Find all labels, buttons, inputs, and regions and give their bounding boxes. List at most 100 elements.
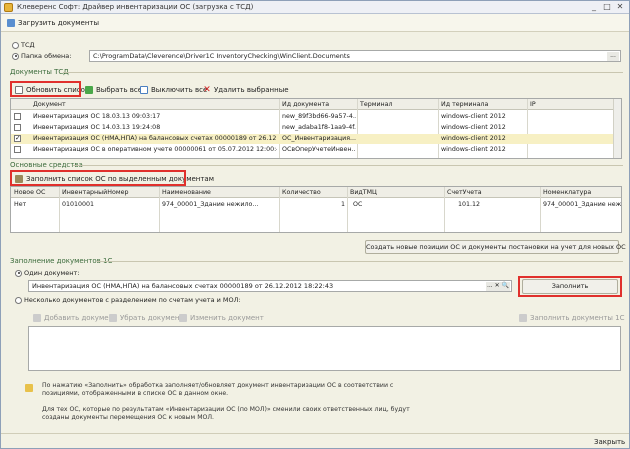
- load-icon: [7, 19, 15, 27]
- table-row[interactable]: Инвентаризация ОС 14.03.13 19:24:08 new_…: [11, 123, 621, 133]
- load-documents-button[interactable]: Загрузить документы: [7, 19, 99, 27]
- col-nomenclature: Номенклатура: [543, 189, 592, 196]
- row-term-id: windows-client 2012: [441, 124, 506, 131]
- one-doc-value: Инвентаризация ОС (НМА,НПА) на балансовы…: [32, 282, 334, 290]
- col-divider: [59, 187, 60, 232]
- remove-doc-icon: [109, 314, 117, 322]
- row-checkbox[interactable]: [14, 146, 21, 153]
- radio-icon: [12, 41, 19, 49]
- folder-path-value: C:\ProgramData\Cleverence\Driver1C Inven…: [93, 52, 350, 60]
- row-doc: Инвентаризация ОС (НМА,НПА) на балансовы…: [33, 135, 277, 142]
- os-table: Новое ОС ИнвентарныйНомер Наименование К…: [10, 186, 622, 233]
- fill-docs-button[interactable]: Заполнить документы 1С: [519, 314, 625, 322]
- col-qty: Количество: [282, 189, 321, 196]
- row-inv: 01010001: [62, 201, 95, 208]
- fill-docs-icon: [519, 314, 527, 322]
- close-button[interactable]: ✕: [615, 2, 625, 12]
- folder-path-input[interactable]: C:\ProgramData\Cleverence\Driver1C Inven…: [89, 50, 621, 62]
- edit-doc-button[interactable]: Изменить документ: [179, 314, 264, 322]
- row-checkbox[interactable]: [14, 135, 21, 142]
- note-move: Для тех ОС, которые по результатам «Инве…: [42, 406, 410, 421]
- close-window-button[interactable]: Закрыть: [594, 438, 625, 446]
- source-folder-radio[interactable]: Папка обмена:: [12, 52, 71, 60]
- edit-doc-icon: [179, 314, 187, 322]
- row-term-id: windows-client 2012: [441, 146, 506, 153]
- radio-icon: [12, 52, 19, 60]
- col-ip: IP: [530, 101, 536, 108]
- docs-table-header: Документ Ид документа Терминал Ид термин…: [11, 99, 621, 110]
- minimize-button[interactable]: _: [589, 2, 599, 12]
- maximize-button[interactable]: □: [602, 2, 612, 12]
- window-title: Клеверенс Софт: Драйвер инвентаризации О…: [17, 3, 254, 11]
- col-divider: [159, 187, 160, 232]
- select-all-label: Выбрать все: [96, 86, 143, 94]
- table-row[interactable]: Инвентаризация ОС 18.03.13 09:03:17 new_…: [11, 112, 621, 122]
- remove-doc-button[interactable]: Убрать документ: [109, 314, 183, 322]
- row-nom: 974_00001_Здание нежи...: [543, 201, 621, 208]
- one-doc-input[interactable]: Инвентаризация ОС (НМА,НПА) на балансовы…: [28, 280, 512, 292]
- highlight-refresh: [10, 81, 81, 97]
- row-term-id: windows-client 2012: [441, 113, 506, 120]
- row-name: 974_00001_Здание нежило...: [162, 201, 259, 208]
- table-row[interactable]: Нет 01010001 974_00001_Здание нежило... …: [11, 200, 621, 210]
- section-divider: [97, 261, 623, 262]
- row-checkbox[interactable]: [14, 113, 21, 120]
- footer-divider: [1, 433, 629, 434]
- col-divider: [444, 187, 445, 232]
- highlight-fill: [518, 276, 622, 297]
- fill-docs-label: Заполнить документы 1С: [530, 314, 625, 322]
- table-row[interactable]: Инвентаризация ОС в оперативном учете 00…: [11, 145, 621, 155]
- section-divider: [63, 72, 623, 73]
- col-account: СчетУчета: [447, 189, 482, 196]
- row-account: 101.12: [458, 201, 481, 208]
- info-icon: [25, 384, 33, 392]
- multi-doc-radio[interactable]: Несколько документов с разделением по сч…: [15, 296, 241, 304]
- source-tsd-radio[interactable]: ТСД: [12, 41, 35, 49]
- row-id: new_89f3bd66-9a57-4...: [282, 113, 356, 120]
- col-name: Наименование: [162, 189, 211, 196]
- col-divider: [540, 187, 541, 232]
- docs-scrollbar[interactable]: [613, 99, 621, 158]
- highlight-fill-os: [10, 170, 186, 186]
- row-term-id: windows-client 2012: [441, 135, 506, 142]
- one-doc-label: Один документ:: [24, 269, 80, 277]
- col-kind: ВидТМЦ: [350, 189, 377, 196]
- note-fill: По нажатию «Заполнить» обработка заполня…: [42, 382, 394, 397]
- tsd-label: ТСД: [21, 41, 35, 49]
- add-doc-label: Добавить документ: [44, 314, 118, 322]
- doc-select-button[interactable]: ... ✕ 🔍: [486, 282, 510, 291]
- create-new-os-button[interactable]: Создать новые позиции ОС и документы пос…: [365, 240, 626, 254]
- col-divider: [347, 187, 348, 232]
- col-terminal: Терминал: [360, 101, 393, 108]
- col-inv-number: ИнвентарныйНомер: [62, 189, 129, 196]
- multi-doc-list[interactable]: [28, 326, 621, 371]
- radio-icon: [15, 269, 22, 277]
- os-table-header: Новое ОС ИнвентарныйНомер Наименование К…: [11, 187, 621, 198]
- row-id: new_adaba1f8-1aa9-4f...: [282, 124, 356, 131]
- docs-table: Документ Ид документа Терминал Ид термин…: [10, 98, 622, 159]
- uncheck-all-icon: [140, 86, 148, 94]
- edit-doc-label: Изменить документ: [190, 314, 264, 322]
- row-doc: Инвентаризация ОС в оперативном учете 00…: [33, 146, 277, 153]
- row-id: ОСвОперУчетеИнвен...: [282, 146, 356, 153]
- select-all-button[interactable]: Выбрать все: [85, 86, 142, 94]
- row-doc: Инвентаризация ОС 14.03.13 19:24:08: [33, 124, 161, 131]
- deselect-all-label: Выключить все: [151, 86, 208, 94]
- col-terminal-id: Ид терминала: [441, 101, 489, 108]
- row-kind: ОС: [353, 201, 363, 208]
- title-bar: Клеверенс Софт: Драйвер инвентаризации О…: [1, 1, 629, 14]
- delete-label: Удалить выбранные: [214, 86, 289, 94]
- load-label: Загрузить документы: [18, 19, 100, 27]
- row-qty: 1: [341, 201, 346, 208]
- app-icon: [4, 3, 13, 12]
- browse-button[interactable]: ...: [607, 52, 619, 61]
- deselect-all-button[interactable]: Выключить все: [140, 86, 207, 94]
- check-all-icon: [85, 86, 93, 94]
- delete-selected-button[interactable]: ✕ Удалить выбранные: [203, 86, 289, 95]
- table-row[interactable]: Инвентаризация ОС (НМА,НПА) на балансовы…: [11, 134, 621, 144]
- add-doc-button[interactable]: Добавить документ: [33, 314, 117, 322]
- row-doc: Инвентаризация ОС 18.03.13 09:03:17: [33, 113, 161, 120]
- row-checkbox[interactable]: [14, 124, 21, 131]
- row-new: Нет: [14, 201, 27, 208]
- one-doc-radio[interactable]: Один документ:: [15, 269, 80, 277]
